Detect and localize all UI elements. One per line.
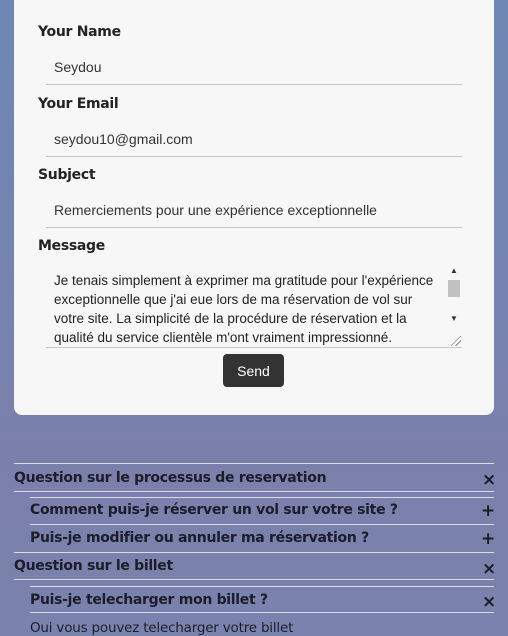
faq-section-reservation-title[interactable]: Question sur le processus de reservation xyxy=(14,470,327,486)
name-label: Your Name xyxy=(38,24,121,40)
scroll-up-arrow-icon[interactable]: ▲ xyxy=(446,264,462,278)
close-icon[interactable]: × xyxy=(482,472,496,489)
name-input[interactable] xyxy=(46,49,462,84)
scroll-down-arrow-icon[interactable]: ▼ xyxy=(446,312,462,326)
subject-label: Subject xyxy=(38,167,96,183)
faq-question-download-ticket[interactable]: Puis-je telecharger mon billet ? xyxy=(30,592,268,608)
faq-divider xyxy=(14,463,494,464)
faq-answer-download-ticket: Oui vous pouvez telecharger votre billet xyxy=(30,620,294,636)
faq-section-ticket-title[interactable]: Question sur le billet xyxy=(14,558,173,574)
email-field[interactable] xyxy=(46,121,462,157)
message-label: Message xyxy=(38,238,105,254)
faq-divider xyxy=(30,586,494,587)
email-label: Your Email xyxy=(38,96,119,112)
faq-question-book-flight[interactable]: Comment puis-je réserver un vol sur votr… xyxy=(30,502,398,518)
faq-question-modify-booking[interactable]: Puis-je modifier ou annuler ma réservati… xyxy=(30,530,369,546)
faq-divider xyxy=(30,524,494,525)
faq-divider xyxy=(30,497,494,498)
close-icon[interactable]: × xyxy=(482,594,496,611)
plus-icon[interactable]: + xyxy=(481,503,495,520)
subject-field[interactable] xyxy=(46,192,462,228)
faq-divider xyxy=(14,552,494,553)
faq-divider xyxy=(30,612,494,613)
message-textarea[interactable]: Je tenais simplement à exprimer ma grati… xyxy=(46,264,462,348)
message-text: Je tenais simplement à exprimer ma grati… xyxy=(54,273,434,345)
plus-icon[interactable]: + xyxy=(481,531,495,548)
email-input[interactable] xyxy=(46,121,462,156)
send-button[interactable]: Send xyxy=(223,354,284,387)
subject-input[interactable] xyxy=(46,192,462,227)
scroll-thumb[interactable] xyxy=(448,280,460,297)
contact-form-card: Your Name Your Email Subject Message Je … xyxy=(14,0,494,415)
message-scrollbar[interactable]: ▲ ▼ xyxy=(446,264,462,330)
close-icon[interactable]: × xyxy=(482,561,496,578)
resize-handle-icon[interactable] xyxy=(451,336,461,346)
name-field[interactable] xyxy=(46,49,462,85)
faq-divider xyxy=(14,579,494,580)
faq-divider xyxy=(14,491,494,492)
